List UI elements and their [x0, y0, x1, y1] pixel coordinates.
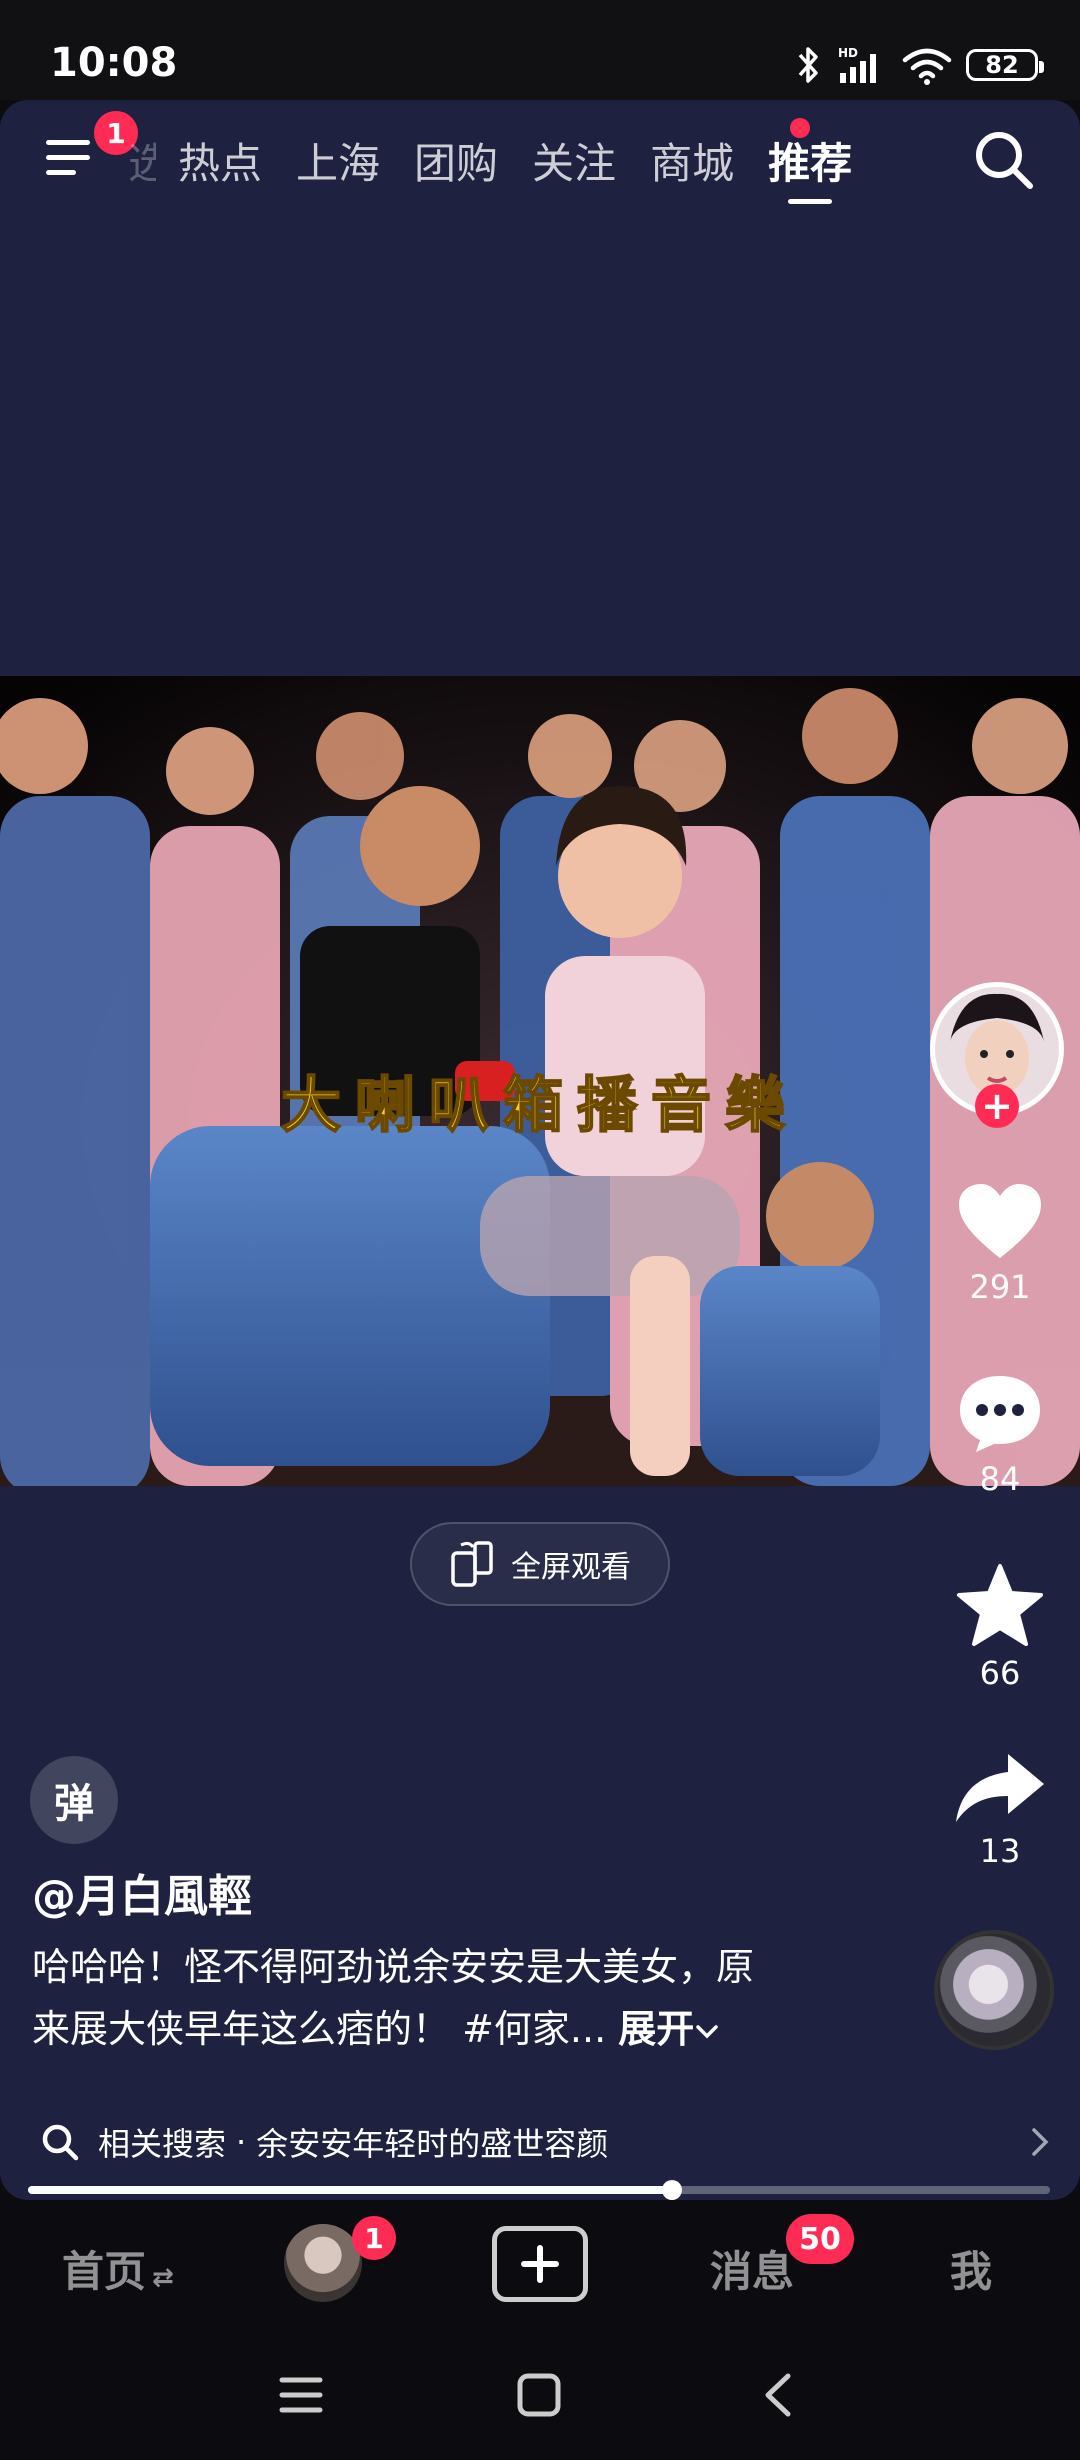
video-progress-bar[interactable]	[28, 2180, 1050, 2200]
tab-recommend-label: 推荐	[768, 139, 853, 188]
expand-label: 展开	[618, 2007, 695, 2051]
comment-count: 84	[979, 1460, 1021, 1498]
messages-badge: 50	[786, 2214, 854, 2264]
tab-mall[interactable]: 商城	[650, 130, 734, 190]
video-player[interactable]: 大喇叭箱播音樂	[0, 676, 1080, 1486]
danmu-button[interactable]: 弹	[30, 1756, 118, 1844]
video-subtitle: 大喇叭箱播音樂	[281, 1071, 799, 1141]
tab-group-buy[interactable]: 团购	[414, 130, 498, 190]
author-name[interactable]: @月白風輕	[32, 1860, 252, 1924]
expand-caption-button[interactable]: 展开	[618, 2007, 720, 2051]
follow-plus-button[interactable]: +	[975, 1084, 1019, 1128]
menu-icon-line	[46, 170, 76, 175]
chevron-down-icon	[696, 2025, 719, 2039]
rotate-screen-icon	[451, 1541, 493, 1587]
related-search-separator: ·	[236, 2123, 247, 2161]
top-tabs: 选 热点 上海 团购 关注 商城 推荐	[128, 130, 886, 204]
friends-badge: 1	[352, 2216, 396, 2260]
bottom-nav: 首页 ⇄ 1 消息 50 我	[0, 2200, 1080, 2330]
caption-line-2-text: 来展大侠早年这么痞的！ #何家...	[32, 2007, 607, 2051]
caption-line-1: 哈哈哈！怪不得阿劲说余安安是大美女，原	[32, 1945, 755, 1989]
nav-friends-avatar[interactable]	[284, 2224, 362, 2302]
status-time: 10:08	[50, 40, 178, 86]
search-icon	[42, 2124, 79, 2161]
comment-icon	[960, 1376, 1040, 1452]
nav-messages[interactable]: 消息	[710, 2238, 794, 2299]
video-progress-handle[interactable]	[661, 2180, 682, 2200]
favorite-count: 66	[979, 1654, 1021, 1692]
fullscreen-button[interactable]: 全屏观看	[410, 1522, 670, 1606]
nav-me[interactable]: 我	[950, 2238, 992, 2299]
mall-notification-dot	[790, 118, 810, 138]
share-icon	[956, 1754, 1044, 1822]
plus-icon	[521, 2245, 559, 2283]
like-count: 291	[969, 1268, 1031, 1306]
post-caption[interactable]: 哈哈哈！怪不得阿劲说余安安是大美女，原 来展大侠早年这么痞的！ #何家... 展…	[32, 1936, 832, 2060]
video-frame: 大喇叭箱播音樂	[0, 676, 1080, 1486]
danmu-label: 弹	[54, 1781, 94, 1827]
hd-signal-icon: HD	[838, 46, 876, 83]
search-icon[interactable]	[972, 128, 1036, 192]
nav-home[interactable]: 首页 ⇄	[62, 2238, 174, 2299]
battery-icon: 82	[966, 49, 1044, 81]
menu-button[interactable]	[46, 132, 98, 184]
status-icons: HD 82	[794, 40, 1044, 90]
home-icon[interactable]	[514, 2370, 564, 2420]
fullscreen-label: 全屏观看	[511, 1550, 631, 1585]
tab-following[interactable]: 关注	[532, 130, 616, 190]
favorite-button[interactable]: 66	[946, 1562, 1054, 1692]
active-tab-indicator	[788, 199, 833, 204]
menu-icon-line	[46, 155, 90, 160]
battery-level: 82	[985, 51, 1019, 79]
music-disc[interactable]	[934, 1930, 1054, 2050]
video-progress-fill	[28, 2186, 672, 2194]
related-search-prefix: 相关搜索	[98, 2125, 227, 2163]
related-search-bar[interactable]: 相关搜索 · 余安安年轻时的盛世容颜	[0, 2104, 1080, 2180]
like-button[interactable]: 291	[946, 1182, 1054, 1306]
menu-icon-line	[46, 140, 90, 145]
tab-partial[interactable]: 选	[128, 130, 156, 190]
swap-icon: ⇄	[152, 2263, 174, 2293]
tab-shanghai[interactable]: 上海	[296, 130, 380, 190]
back-icon[interactable]	[758, 2370, 798, 2420]
bluetooth-icon	[798, 47, 818, 83]
chevron-right-icon	[1032, 2128, 1049, 2156]
system-nav-bar	[0, 2330, 1080, 2460]
tab-hot[interactable]: 热点	[178, 130, 262, 190]
comment-button[interactable]: 84	[946, 1372, 1054, 1498]
heart-icon	[959, 1184, 1041, 1258]
share-count: 13	[979, 1832, 1021, 1870]
nav-home-label: 首页	[62, 2247, 147, 2296]
caption-line-2: 来展大侠早年这么痞的！ #何家... 展开	[32, 1998, 832, 2060]
share-button[interactable]: 13	[946, 1750, 1054, 1870]
create-button[interactable]	[492, 2226, 588, 2302]
star-icon	[957, 1564, 1043, 1646]
tab-recommend[interactable]: 推荐	[768, 130, 853, 204]
wifi-icon	[902, 48, 952, 85]
svg-text:HD: HD	[838, 46, 858, 60]
related-search-query: 余安安年轻时的盛世容颜	[256, 2125, 609, 2163]
recent-apps-icon[interactable]	[276, 2372, 326, 2418]
